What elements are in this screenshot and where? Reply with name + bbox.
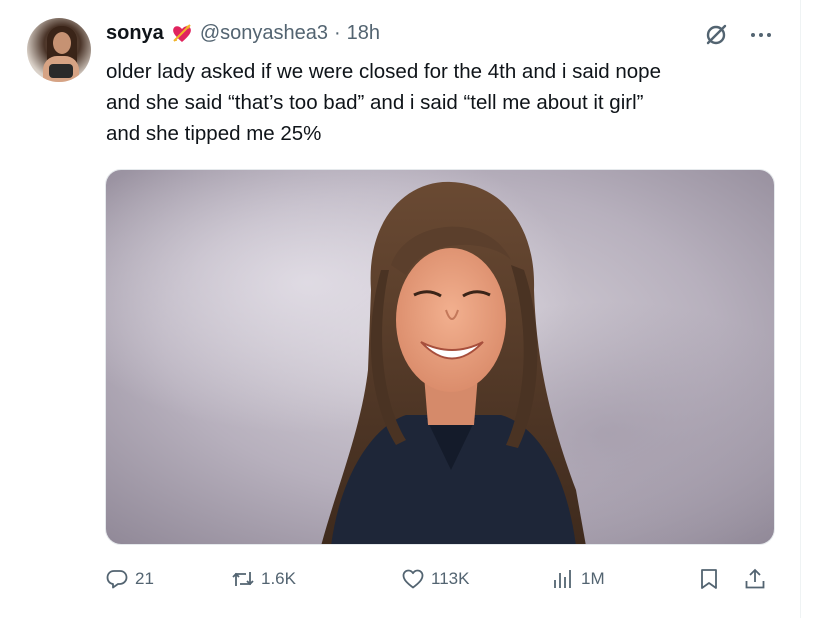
views-count: 1M xyxy=(581,569,605,588)
tweet-text: older lady asked if we were closed for t… xyxy=(106,56,796,149)
reply-button[interactable]: 21 xyxy=(105,564,154,594)
reply-icon xyxy=(106,570,128,589)
grok-icon[interactable] xyxy=(703,22,729,48)
author-handle[interactable]: @sonyashea3 xyxy=(200,22,328,45)
retweet-button[interactable]: 1.6K xyxy=(231,564,296,594)
bookmark-button[interactable] xyxy=(697,564,721,594)
tweet-text-line: and she said “that’s too bad” and i said… xyxy=(106,91,644,114)
share-button[interactable] xyxy=(743,564,767,594)
like-button[interactable]: 113K xyxy=(401,564,469,594)
more-icon[interactable] xyxy=(748,24,774,46)
author-display-name[interactable]: sonya xyxy=(106,22,164,45)
like-count: 113K xyxy=(431,569,470,588)
tweet-text-line: older lady asked if we were closed for t… xyxy=(106,60,661,83)
retweet-count: 1.6K xyxy=(261,569,296,588)
separator-dot: · xyxy=(333,21,341,44)
avatar-face xyxy=(53,32,71,54)
reply-count: 21 xyxy=(135,569,154,588)
avatar-top xyxy=(49,64,73,78)
tweet-text-line: and she tipped me 25% xyxy=(106,122,322,145)
views-button[interactable]: 1M xyxy=(551,564,605,594)
views-icon xyxy=(554,570,571,588)
right-divider xyxy=(800,0,801,618)
tweet-card[interactable]: sonya @sonyashea3 · 18h older lady asked… xyxy=(0,0,822,618)
avatar[interactable] xyxy=(27,18,91,82)
share-icon xyxy=(745,568,765,589)
heart-with-arrow-icon xyxy=(170,21,194,45)
retweet-icon xyxy=(232,572,254,586)
tweet-header: sonya @sonyashea3 · 18h xyxy=(106,20,380,46)
timestamp[interactable]: 18h xyxy=(347,22,380,45)
photo-image xyxy=(106,170,774,544)
heart-icon xyxy=(402,569,424,589)
action-bar: 21 1.6K 113K 1M xyxy=(105,564,775,594)
bookmark-icon xyxy=(701,569,717,589)
tweet-photo[interactable] xyxy=(105,169,775,545)
